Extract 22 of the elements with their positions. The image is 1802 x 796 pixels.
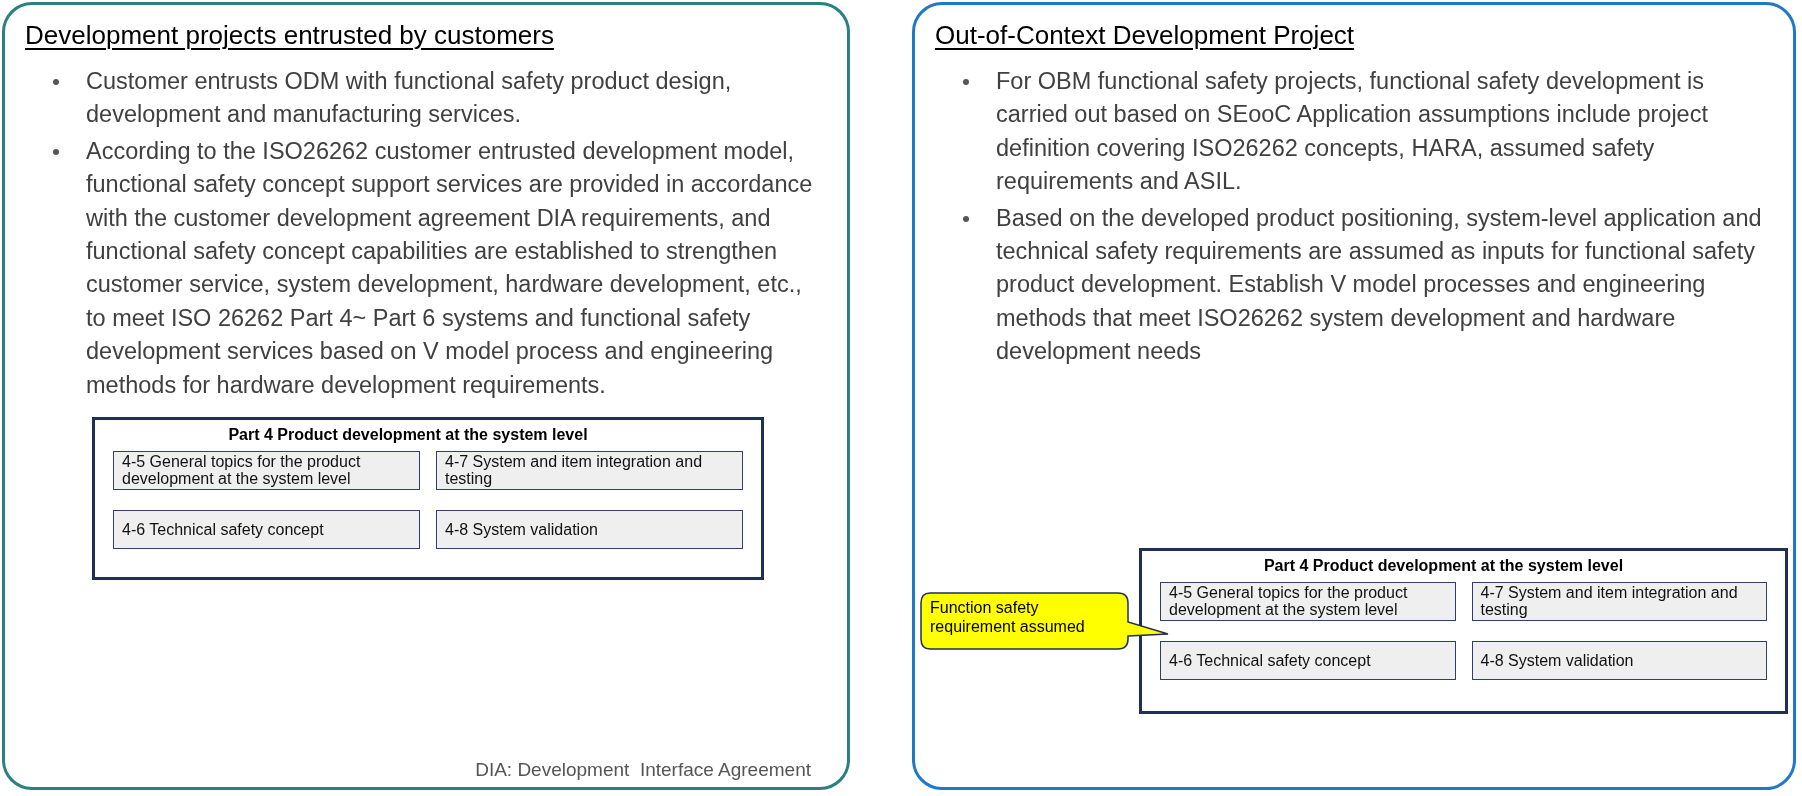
bullet-text: For OBM functional safety projects, functional safety development is carried out based on SEooC Application assumptions include project definition covering ISO26262 concepts, HARA, assumed safety requirements and ASIL. xyxy=(996,67,1709,197)
clause-box: 4-8 System validation xyxy=(1471,641,1767,680)
clause-box: 4-5 General topics for the product development at the system level xyxy=(113,451,420,491)
bullet-icon xyxy=(963,215,969,222)
panel-title: Development projects entrusted by customers xyxy=(25,19,554,51)
clause-box: 4-6 Technical safety concept xyxy=(113,510,420,550)
diagram-title: Part 4 Product development at the system level xyxy=(1262,557,1625,575)
bullet-text: Customer entrusts ODM with functional safety product design, development and manufacturing services. xyxy=(86,67,733,130)
clause-box: 4-5 General topics for the product development at the system level xyxy=(1160,582,1456,621)
bullet-icon xyxy=(53,79,59,85)
callout-text: Function safety requirement assumed xyxy=(930,598,1086,636)
clause-box: 4-7 System and item integration and testing xyxy=(436,451,743,491)
clause-box: 4-6 Technical safety concept xyxy=(1160,641,1456,680)
bullet-text: According to the ISO26262 customer entrusted development model, functional safety concept support services are provided in accordance with the customer development agreement DIA requirements, and functional safety concept capabilities are established to strengthen customer service, system development, hardware development, etc., to meet ISO 26262 Part 4~ Part 6 systems and functional safety development services based on V model process and engineering methods for hardware development requirements. xyxy=(86,136,814,400)
bullet-text: Based on the developed product positioning, system-level application and technical safety requirements are assumed as inputs for functional safety product development. Establish V model processes and engineering methods that meet ISO26262 system development and hardware development needs xyxy=(996,203,1763,367)
bullet-icon xyxy=(963,79,969,85)
panel-title: Out-of-Context Development Project xyxy=(935,19,1355,51)
clause-box: 4-8 System validation xyxy=(436,510,743,550)
diagram-title: Part 4 Product development at the system level xyxy=(227,426,589,445)
clause-box: 4-7 System and item integration and testing xyxy=(1471,582,1767,621)
bullet-icon xyxy=(53,148,59,155)
footnote: DIA: Development Interface Agreement xyxy=(475,759,812,781)
